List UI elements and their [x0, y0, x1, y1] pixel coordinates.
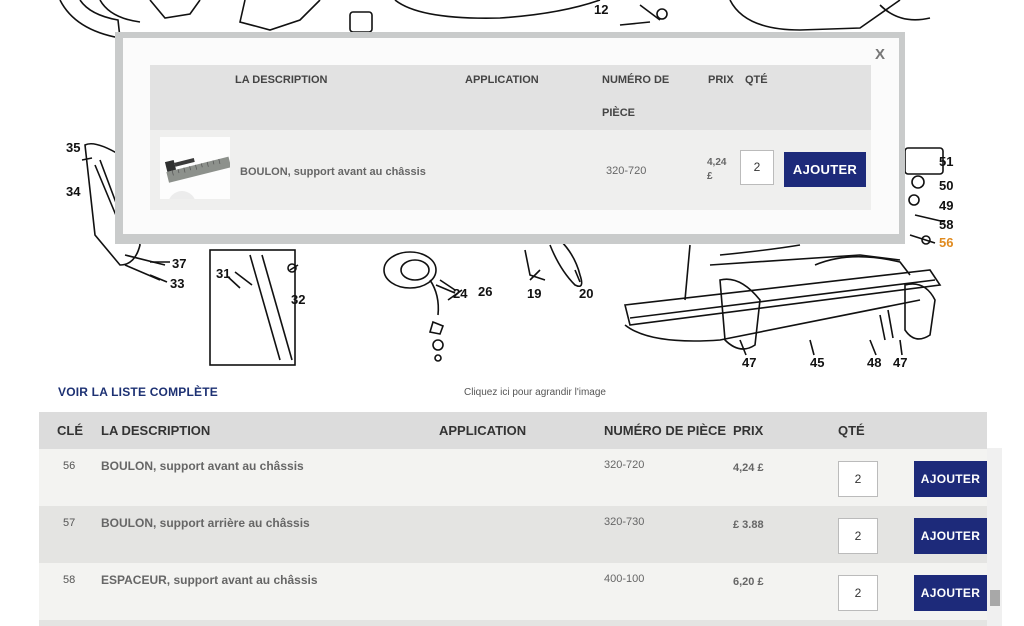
modal-item-price: 4,24 £ [707, 156, 737, 184]
callout-49: 49 [939, 198, 953, 213]
modal-quantity-input[interactable]: 2 [740, 150, 774, 185]
callout-48: 48 [867, 355, 881, 370]
row-key: 58 [63, 574, 76, 586]
header-key: CLÉ [57, 423, 83, 438]
modal-item-part-number: 320-720 [606, 165, 647, 177]
callout-35: 35 [66, 140, 80, 155]
callout-24: 24 [453, 286, 468, 301]
table-row: 57 BOULON, support arrière au châssis 32… [39, 506, 987, 563]
modal-header-part-number: NUMÉRO DE [602, 74, 670, 86]
modal-header-description: LA DESCRIPTION [235, 74, 328, 86]
callout-47-left: 47 [742, 355, 756, 370]
callout-47-right: 47 [893, 355, 907, 370]
header-part-number: NUMÉRO DE PIÈCE [604, 423, 727, 438]
modal-add-to-cart-button[interactable]: AJOUTER [784, 152, 866, 187]
table-header: CLÉ LA DESCRIPTION APPLICATION NUMÉRO DE… [39, 412, 987, 449]
row-description: BOULON, support avant au châssis [101, 459, 304, 473]
modal-part-table: LA DESCRIPTION APPLICATION NUMÉRO DE PIÈ… [150, 65, 871, 210]
modal-header-price: PRIX [708, 74, 734, 86]
modal-item-price-amount: 4,24 [707, 157, 727, 168]
row-description: BOULON, support arrière au châssis [101, 516, 310, 530]
header-price: PRIX [733, 423, 764, 438]
table-row: 58 ESPACEUR, support avant au châssis 40… [39, 563, 987, 620]
quantity-input[interactable]: 2 [838, 518, 878, 554]
close-icon[interactable]: X [875, 46, 885, 63]
parts-table: CLÉ LA DESCRIPTION APPLICATION NUMÉRO DE… [39, 412, 987, 626]
callout-34: 34 [66, 184, 81, 199]
scrollbar-thumb[interactable] [990, 590, 1000, 606]
row-part-number: 400-100 [604, 573, 645, 585]
row-price: £ 3.88 [733, 519, 764, 531]
callout-45: 45 [810, 355, 824, 370]
page: 12 35 34 37 33 31 32 24 26 19 20 51 50 4… [0, 0, 1024, 626]
add-to-cart-button[interactable]: AJOUTER [914, 575, 987, 611]
quantity-input[interactable]: 2 [838, 575, 878, 611]
modal-item-description: BOULON, support avant au châssis [240, 166, 426, 178]
callout-32: 32 [291, 292, 305, 307]
row-part-number: 320-730 [604, 516, 645, 528]
bolt-photo-icon [160, 137, 230, 199]
callout-51: 51 [939, 154, 953, 169]
table-row: 56 BOULON, support avant au châssis 320-… [39, 449, 987, 506]
header-qty: QTÉ [838, 423, 865, 438]
enlarge-image-link[interactable]: Cliquez ici pour agrandir l'image [464, 387, 606, 398]
callout-58: 58 [939, 217, 953, 232]
callout-26: 26 [478, 284, 492, 299]
callout-50: 50 [939, 178, 953, 193]
row-price: 6,20 £ [733, 576, 764, 588]
modal-table-header: LA DESCRIPTION APPLICATION NUMÉRO DE PIÈ… [150, 65, 871, 130]
header-application: APPLICATION [439, 423, 527, 438]
modal-header-application: APPLICATION [465, 74, 539, 86]
callout-31: 31 [216, 266, 230, 281]
callout-56-highlighted: 56 [939, 235, 953, 250]
add-to-cart-button[interactable]: AJOUTER [914, 461, 987, 497]
row-price: 4,24 £ [733, 462, 764, 474]
callout-37: 37 [172, 256, 186, 271]
row-key: 56 [63, 460, 76, 472]
header-description: LA DESCRIPTION [101, 423, 211, 438]
view-full-list-link[interactable]: VOIR LA LISTE COMPLÈTE [58, 385, 218, 399]
quantity-input[interactable]: 2 [838, 461, 878, 497]
callout-33: 33 [170, 276, 184, 291]
callout-20: 20 [579, 286, 593, 301]
modal-header-part-number-line2: PIÈCE [602, 107, 636, 119]
scrollbar[interactable] [987, 448, 1002, 626]
row-part-number: 320-720 [604, 459, 645, 471]
row-description: ESPACEUR, support avant au châssis [101, 573, 318, 587]
modal-item-row: BOULON, support avant au châssis 320-720… [150, 130, 871, 210]
modal-item-price-currency: £ [707, 171, 713, 182]
table-row-partial [39, 620, 987, 626]
callout-12: 12 [594, 2, 608, 17]
add-to-cart-button[interactable]: AJOUTER [914, 518, 987, 554]
modal-header-qty: QTÉ [745, 74, 768, 86]
callout-19: 19 [527, 286, 541, 301]
row-key: 57 [63, 517, 76, 529]
